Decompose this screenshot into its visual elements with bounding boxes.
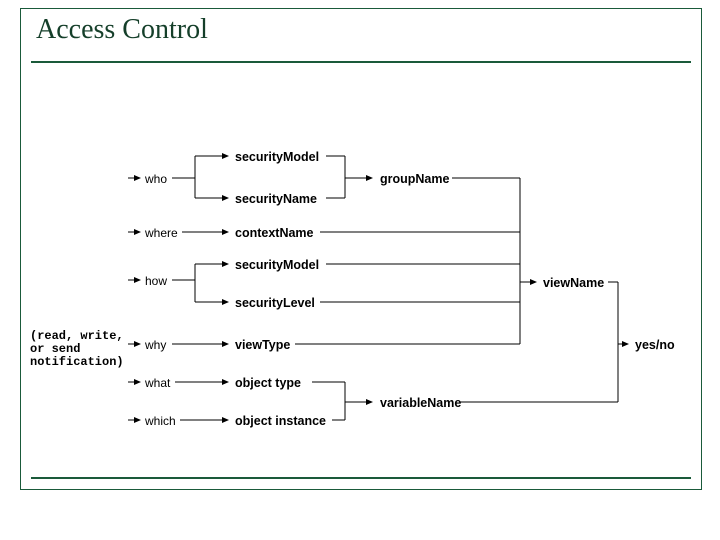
out-groupname: groupName xyxy=(380,172,449,186)
input-why: why xyxy=(145,338,166,352)
input-where: where xyxy=(145,226,178,240)
prop-objectinstance: object instance xyxy=(235,414,326,428)
prop-securitymodel-2: securityModel xyxy=(235,258,319,272)
out-viewname: viewName xyxy=(543,276,604,290)
prop-securitymodel-1: securityModel xyxy=(235,150,319,164)
page-title: Access Control xyxy=(36,14,208,46)
prop-viewtype: viewType xyxy=(235,338,290,352)
out-yesno: yes/no xyxy=(635,338,675,352)
input-what: what xyxy=(145,376,170,390)
why-annotation: (read, write,or sendnotification) xyxy=(30,330,124,369)
out-variablename: variableName xyxy=(380,396,461,410)
prop-contextname: contextName xyxy=(235,226,314,240)
input-who: who xyxy=(145,172,167,186)
slide-frame xyxy=(20,8,702,490)
input-which: which xyxy=(145,414,176,428)
footer-rule xyxy=(31,477,691,479)
input-how: how xyxy=(145,274,167,288)
prop-objecttype: object type xyxy=(235,376,301,390)
prop-securityname: securityName xyxy=(235,192,317,206)
prop-securitylevel: securityLevel xyxy=(235,296,315,310)
